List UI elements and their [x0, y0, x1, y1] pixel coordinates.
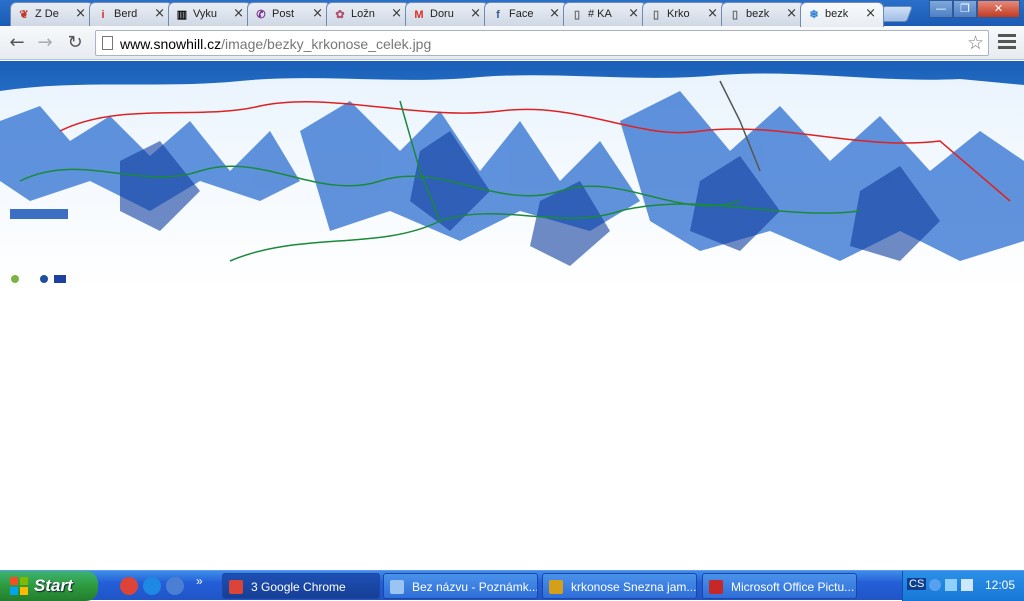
minimize-button[interactable]: —	[929, 0, 953, 18]
taskbar-button[interactable]: Microsoft Office Pictu...	[702, 573, 857, 599]
snowflake-icon: ❄	[809, 9, 819, 21]
system-tray: CS 12:05	[902, 571, 1024, 601]
info-icon: i	[101, 9, 105, 21]
browser-tab[interactable]: ▯ # KA ×	[563, 2, 647, 26]
taskbar-button-label: 3 Google Chrome	[251, 580, 346, 594]
browser-tab[interactable]: ✆ Post ×	[247, 2, 331, 26]
browser-tab[interactable]: f Face ×	[484, 2, 568, 26]
browser-tab[interactable]: ❦ Z De ×	[10, 2, 94, 26]
barcode-icon: ▥	[176, 9, 188, 21]
quick-launch-overflow[interactable]: »	[196, 574, 203, 588]
browser-tab[interactable]: ❄ bezk ×	[800, 2, 884, 27]
url-path: /image/bezky_krkonose_celek.jpg	[221, 36, 432, 52]
close-window-button[interactable]: ✕	[977, 0, 1020, 18]
browser-tab[interactable]: ✿ Ložn ×	[326, 2, 410, 26]
browser-toolbar: ← → ↻ www.snowhill.cz/image/bezky_krkono…	[0, 26, 1024, 60]
notepad-icon	[390, 580, 404, 594]
tab-title: Berd	[114, 8, 138, 20]
forward-button[interactable]: →	[34, 32, 56, 54]
network-icon[interactable]	[945, 579, 957, 591]
browser-tab[interactable]: ▯ Krko ×	[642, 2, 726, 26]
close-tab-icon[interactable]: ×	[865, 6, 876, 21]
reload-icon: ↻	[67, 32, 83, 53]
taskbar-button-label: Microsoft Office Pictu...	[731, 580, 855, 594]
taskbar-button-label: Bez názvu - Poznámk...	[412, 580, 538, 594]
arrow-left-icon: ←	[9, 32, 25, 53]
close-tab-icon[interactable]: ×	[470, 6, 481, 21]
chrome-icon[interactable]	[120, 577, 138, 595]
back-button[interactable]: ←	[6, 32, 28, 54]
tab-title: Krko	[667, 8, 690, 20]
tab-title: Doru	[430, 8, 454, 20]
reload-button[interactable]: ↻	[64, 32, 86, 54]
page-icon	[102, 36, 113, 50]
chrome-menu-button[interactable]	[998, 34, 1016, 52]
gmail-icon: M	[414, 9, 424, 21]
arrow-right-icon: →	[37, 32, 53, 53]
page-icon: ▯	[731, 9, 739, 21]
browser-tab[interactable]: ▥ Vyku ×	[168, 2, 252, 26]
tab-title: bezk	[746, 8, 770, 20]
facebook-icon: f	[496, 9, 500, 21]
taskbar-button[interactable]: krkonose Snezna jam...	[542, 573, 697, 599]
ie-alt-icon[interactable]	[166, 577, 184, 595]
tab-title: # KA	[588, 8, 612, 20]
office-picture-icon	[709, 580, 723, 594]
image-icon	[549, 580, 563, 594]
start-button[interactable]: Start	[0, 571, 98, 601]
close-tab-icon[interactable]: ×	[391, 6, 402, 21]
browser-tab[interactable]: M Doru ×	[405, 2, 489, 26]
close-tab-icon[interactable]: ×	[75, 6, 86, 21]
start-label: Start	[34, 576, 73, 595]
bookmark-star-icon[interactable]: ☆	[967, 32, 984, 54]
taskbar-button[interactable]: Bez názvu - Poznámk...	[383, 573, 538, 599]
close-tab-icon[interactable]: ×	[154, 6, 165, 21]
windows-taskbar: Start » 3 Google Chrome Bez názvu - Pozná…	[0, 570, 1024, 601]
url-host: www.snowhill.cz	[120, 36, 222, 52]
close-tab-icon[interactable]: ×	[628, 6, 639, 21]
tab-title: bezk	[825, 8, 849, 20]
tab-title: Ložn	[351, 8, 375, 20]
close-tab-icon[interactable]: ×	[233, 6, 244, 21]
language-indicator[interactable]: CS	[907, 578, 927, 590]
volume-icon[interactable]	[961, 579, 973, 591]
tab-title: Post	[272, 8, 295, 20]
taskbar-button-label: krkonose Snezna jam...	[571, 580, 697, 594]
tab-strip: ❦ Z De × i Berd × ▥ Vyku × ✆ Post × ✿ Ložn × M Doru × f Fac…	[0, 0, 1024, 27]
page-icon: ▯	[573, 9, 581, 21]
tab-title: Face	[509, 8, 534, 20]
close-tab-icon[interactable]: ×	[312, 6, 323, 21]
windows-logo-icon	[10, 577, 28, 595]
clock[interactable]: 12:05	[985, 578, 1015, 592]
chrome-icon	[229, 580, 243, 594]
close-tab-icon[interactable]: ×	[786, 6, 797, 21]
tray-expand-icon[interactable]	[929, 579, 941, 591]
tab-title: Z De	[35, 8, 59, 20]
page-icon: ▯	[652, 9, 660, 21]
trail-map-image[interactable]	[0, 61, 1024, 289]
bookmark-icon: ❦	[19, 9, 29, 21]
url-text[interactable]: www.snowhill.cz/image/bezky_krkonose_cel…	[120, 36, 431, 52]
address-bar[interactable]: www.snowhill.cz/image/bezky_krkonose_cel…	[95, 30, 989, 56]
restore-button[interactable]: ❐	[953, 0, 977, 18]
page-content	[0, 61, 1024, 567]
taskbar-button[interactable]: 3 Google Chrome	[222, 573, 380, 599]
tab-title: Vyku	[193, 8, 218, 20]
browser-tab[interactable]: i Berd ×	[89, 2, 173, 26]
pig-icon: ✿	[335, 9, 345, 21]
ie-icon[interactable]	[143, 577, 161, 595]
close-tab-icon[interactable]: ×	[549, 6, 560, 21]
close-tab-icon[interactable]: ×	[707, 6, 718, 21]
browser-tab[interactable]: ▯ bezk ×	[721, 2, 805, 26]
viber-icon: ✆	[256, 9, 266, 21]
